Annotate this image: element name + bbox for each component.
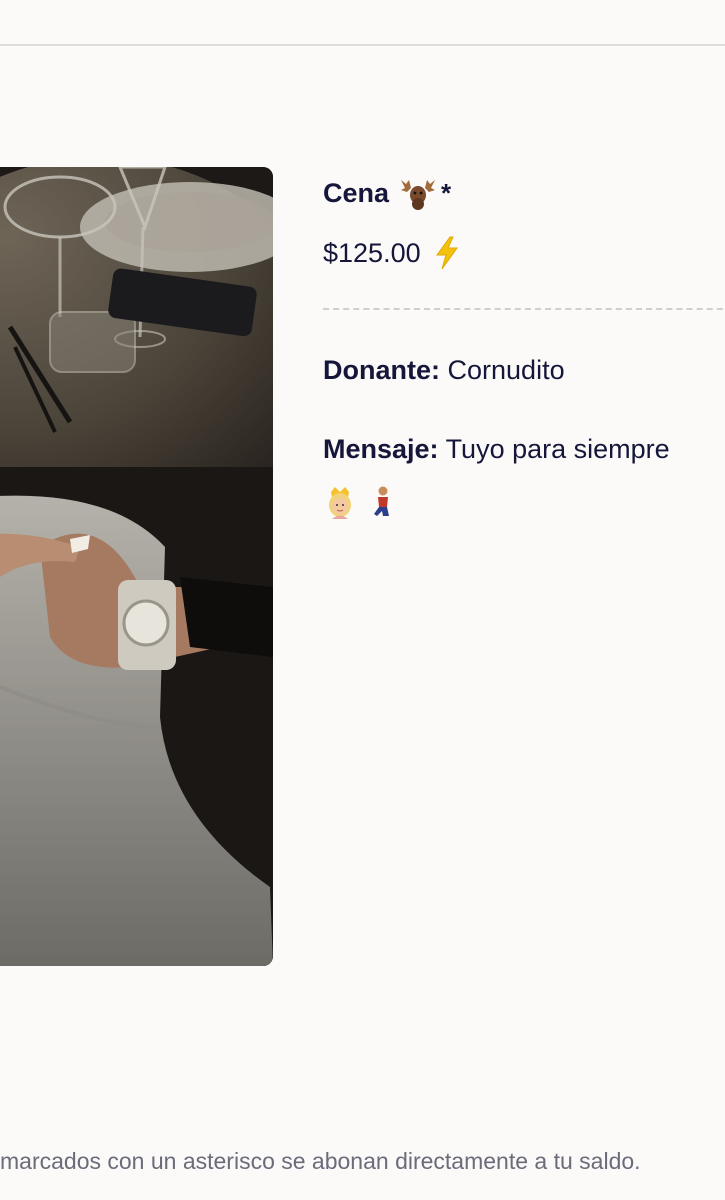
item-price: $125.00 <box>323 237 421 268</box>
message-label: Mensaje: <box>323 434 439 464</box>
header-bar <box>0 0 725 46</box>
dashed-divider <box>323 308 725 310</box>
donor-row: Donante: Cornudito <box>323 355 725 386</box>
item-title: Cena <box>323 177 390 208</box>
lightning-bolt-icon <box>435 236 458 270</box>
donation-details: Cena * $125.00 Donante: Cornudito Mensaj <box>323 170 725 519</box>
donor-value: Cornudito <box>447 355 565 385</box>
dinner-photo-illustration <box>0 167 273 966</box>
price-row: $125.00 <box>323 236 725 270</box>
princess-emoji <box>329 487 351 519</box>
item-title-row: Cena * <box>323 170 725 216</box>
footer-note: marcados con un asterisco se abonan dire… <box>0 1148 641 1174</box>
message-row: Mensaje: Tuyo para siempre <box>323 434 725 465</box>
product-photo <box>0 167 273 966</box>
page: Cena * $125.00 Donante: Cornudito Mensaj <box>0 0 725 1200</box>
donor-label: Donante: <box>323 355 440 385</box>
asterisk-marker: * <box>441 177 452 208</box>
kneeling-man-emoji <box>374 486 389 516</box>
moose-icon <box>401 180 436 210</box>
message-value: Tuyo para siempre <box>445 434 670 464</box>
message-emoji-row <box>323 485 725 519</box>
